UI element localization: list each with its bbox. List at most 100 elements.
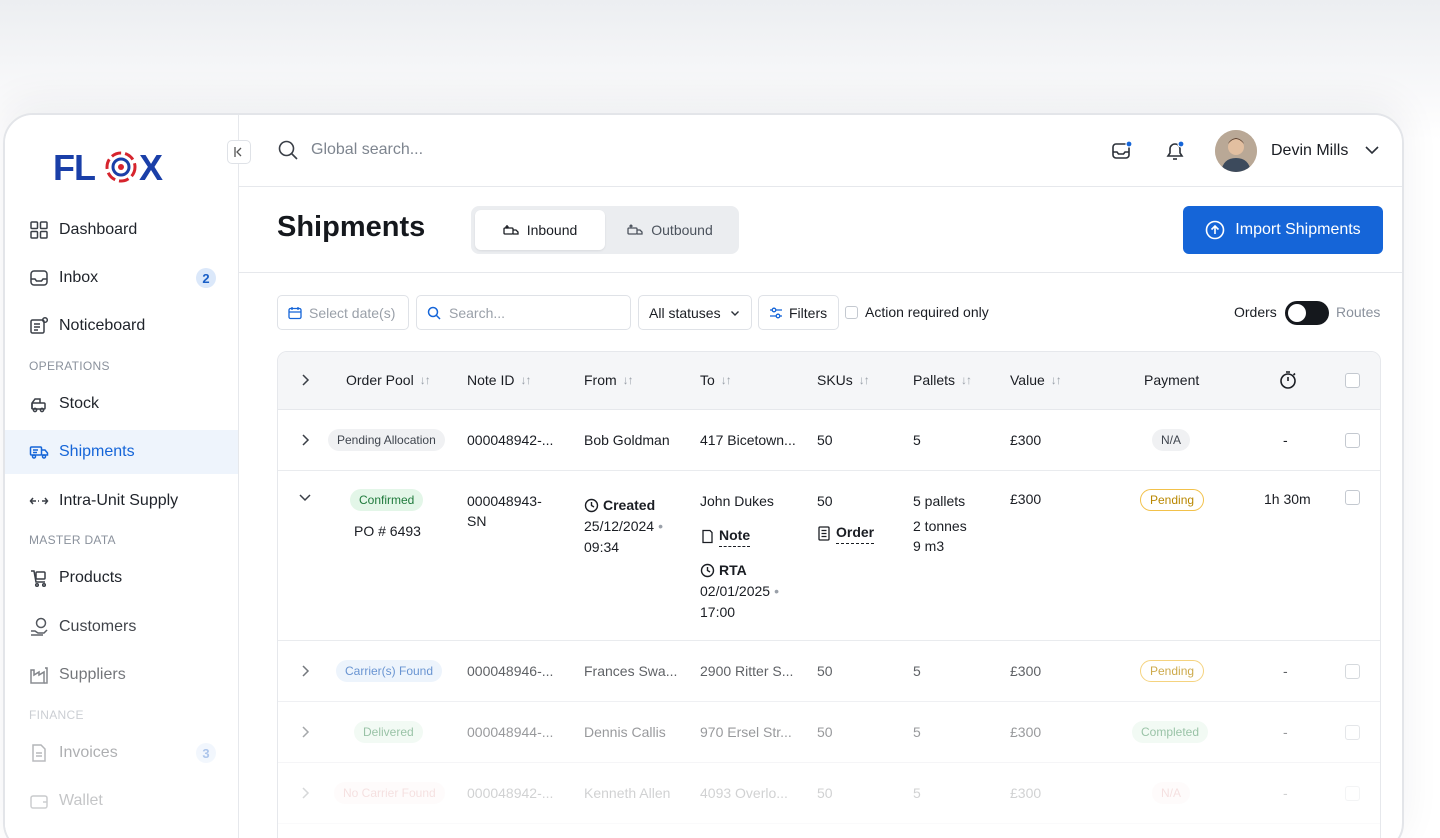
sidebar-item-noticeboard[interactable]: Noticeboard xyxy=(5,304,238,348)
rta-label: RTA xyxy=(719,562,747,578)
sidebar-item-label: Customers xyxy=(59,618,137,635)
timer-cell: 1h 30m xyxy=(1264,491,1311,507)
collapse-sidebar-button[interactable] xyxy=(227,140,251,164)
note-id: 000048944-... xyxy=(467,724,554,740)
row-checkbox[interactable] xyxy=(1345,664,1360,679)
row-checkbox[interactable] xyxy=(1345,490,1360,505)
note-link[interactable]: Note xyxy=(719,525,751,547)
select-all-checkbox[interactable] xyxy=(1345,373,1360,388)
sidebar-item-label: Intra-Unit Supply xyxy=(59,492,179,509)
import-shipments-button[interactable]: Import Shipments xyxy=(1183,206,1383,254)
value-cell: £300 xyxy=(1010,663,1042,679)
payment-status-badge: N/A xyxy=(1152,782,1191,804)
table-row[interactable]: Delivered 000048944-... Dennis Callis 97… xyxy=(278,702,1380,763)
status-select[interactable]: All statuses xyxy=(638,295,752,330)
chevron-right-icon[interactable] xyxy=(298,725,312,739)
column-label: Pallets xyxy=(913,372,956,388)
row-checkbox[interactable] xyxy=(1345,725,1360,740)
order-link[interactable]: Order xyxy=(836,522,875,544)
sidebar-item-dashboard[interactable]: Dashboard xyxy=(5,208,238,252)
timer-cell: - xyxy=(1283,663,1288,679)
table-search-input[interactable] xyxy=(449,304,609,321)
table-header: Order Pool ↓↑ Note ID ↓↑ From ↓↑ To ↓↑ SKUs ↓… xyxy=(278,352,1380,410)
column-header-from[interactable]: From ↓↑ xyxy=(584,372,634,388)
avatar[interactable] xyxy=(1215,130,1257,172)
action-required-filter[interactable]: Action required only xyxy=(845,304,989,320)
global-search xyxy=(277,139,611,161)
note-icon xyxy=(702,529,713,543)
column-header-skus[interactable]: SKUs ↓↑ xyxy=(817,372,870,388)
inbound-truck-icon xyxy=(503,225,519,235)
table-search[interactable] xyxy=(416,295,631,330)
search-icon xyxy=(427,306,441,320)
sort-icon: ↓↑ xyxy=(622,373,634,387)
upload-circle-icon xyxy=(1205,220,1225,240)
user-name[interactable]: Devin Mills xyxy=(1271,142,1348,160)
inbox-tray-icon xyxy=(1112,140,1133,159)
sidebar-item-label: Stock xyxy=(59,395,100,412)
column-label: Note ID xyxy=(467,372,515,388)
sidebar-item-products[interactable]: Products xyxy=(5,556,238,600)
chevron-down-icon[interactable] xyxy=(1363,141,1381,159)
sort-icon: ↓↑ xyxy=(419,373,431,387)
chevron-right-icon[interactable] xyxy=(298,373,312,387)
chevron-right-icon[interactable] xyxy=(298,433,312,447)
collapse-left-icon xyxy=(234,147,242,157)
from-cell: Kenneth Allen xyxy=(584,785,671,801)
column-header-to[interactable]: To ↓↑ xyxy=(700,372,732,388)
global-search-input[interactable] xyxy=(311,141,611,159)
table-row-expanded[interactable]: Confirmed PO # 6493 000048943- SN Create… xyxy=(278,471,1380,641)
app-window: FL X Dashboard Inbox 2 Noticeboard OPERA… xyxy=(3,113,1404,838)
tab-inbound[interactable]: Inbound xyxy=(475,210,605,250)
table-row[interactable]: Carrier(s) Found 000048946-... Frances S… xyxy=(278,641,1380,702)
import-shipments-label: Import Shipments xyxy=(1235,221,1361,238)
created-date: 25/12/2024 xyxy=(584,518,655,534)
timer-cell: - xyxy=(1283,724,1288,740)
rta-date: 02/01/2025 xyxy=(700,583,771,599)
skus-cell: 50 Order xyxy=(817,491,875,544)
column-header-order-pool[interactable]: Order Pool ↓↑ xyxy=(346,372,431,388)
section-label-master-data: MASTER DATA xyxy=(29,533,116,547)
order-pool-badge: Confirmed xyxy=(350,489,424,511)
sidebar-item-wallet[interactable]: Wallet xyxy=(5,779,238,823)
to-cell: 417 Bicetown... xyxy=(700,432,796,448)
column-header-value[interactable]: Value ↓↑ xyxy=(1010,372,1062,388)
order-pool-badge: No Carrier Found xyxy=(334,782,445,804)
action-required-checkbox[interactable] xyxy=(845,305,858,319)
sidebar-item-suppliers[interactable]: Suppliers xyxy=(5,653,238,697)
column-header-payment[interactable]: Payment xyxy=(1144,372,1199,388)
note-id: 000048946-... xyxy=(467,663,554,679)
column-header-note-id[interactable]: Note ID ↓↑ xyxy=(467,372,531,388)
tab-inbound-label: Inbound xyxy=(526,222,578,238)
sidebar-item-intra-unit-supply[interactable]: Intra-Unit Supply xyxy=(5,479,238,523)
sidebar-item-invoices[interactable]: Invoices 3 xyxy=(5,731,238,775)
sidebar-item-inbox[interactable]: Inbox 2 xyxy=(5,256,238,300)
row-checkbox[interactable] xyxy=(1345,433,1360,448)
messages-button[interactable] xyxy=(1110,139,1134,163)
payment-status-badge: Pending xyxy=(1140,660,1205,682)
sidebar: FL X Dashboard Inbox 2 Noticeboard OPERA… xyxy=(5,115,251,838)
rta-time: 17:00 xyxy=(700,604,736,620)
notifications-button[interactable] xyxy=(1163,139,1187,163)
chevron-right-icon[interactable] xyxy=(298,664,312,678)
payment-status-badge: N/A xyxy=(1152,429,1191,451)
table-row[interactable]: No Carrier Found 000048942-... Kenneth A… xyxy=(278,763,1380,824)
date-picker[interactable]: Select date(s) xyxy=(277,295,409,330)
inbox-count-badge: 2 xyxy=(196,268,216,288)
sidebar-item-shipments[interactable]: Shipments xyxy=(5,430,238,474)
column-header-pallets[interactable]: Pallets ↓↑ xyxy=(913,372,972,388)
value-cell: £300 xyxy=(1010,724,1042,740)
filters-button[interactable]: Filters xyxy=(758,295,839,330)
sidebar-item-label: Products xyxy=(59,569,123,586)
flox-logo[interactable]: FL X xyxy=(53,147,189,187)
sidebar-item-stock[interactable]: Stock xyxy=(5,382,238,426)
table-row[interactable]: Pending Allocation 000048942-... Bob Gol… xyxy=(278,410,1380,471)
orders-routes-toggle[interactable] xyxy=(1285,301,1329,325)
created-time: 09:34 xyxy=(584,539,620,555)
tab-outbound[interactable]: Outbound xyxy=(605,210,735,250)
chevron-right-icon[interactable] xyxy=(298,786,312,800)
chevron-down-icon[interactable] xyxy=(298,490,312,504)
row-checkbox[interactable] xyxy=(1345,786,1360,801)
wallet-icon xyxy=(29,791,49,811)
sidebar-item-customers[interactable]: Customers xyxy=(5,605,238,649)
